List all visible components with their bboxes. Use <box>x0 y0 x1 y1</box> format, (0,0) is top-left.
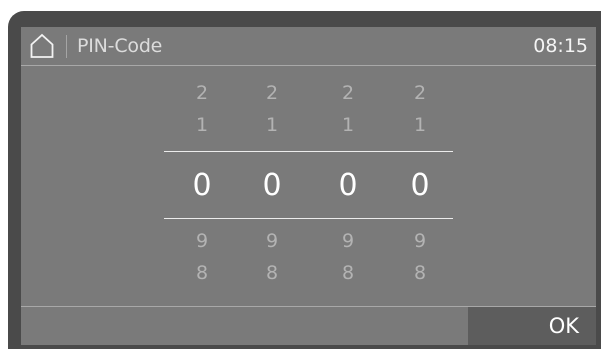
wheel-digit-below-1: 9 <box>413 230 427 252</box>
pin-digit-wheel-4[interactable]: 2 1 0 9 8 <box>395 71 445 311</box>
wheel-digit-above-1: 1 <box>195 114 209 136</box>
wheel-digit-above-1: 1 <box>265 114 279 136</box>
wheel-digit-selected: 0 <box>262 168 282 203</box>
wheel-digit-below-2: 8 <box>413 262 427 284</box>
wheel-digit-below-2: 8 <box>265 262 279 284</box>
wheel-digit-below-1: 9 <box>195 230 209 252</box>
ok-button[interactable]: OK <box>468 307 596 345</box>
home-icon <box>30 33 54 58</box>
wheel-digit-below-1: 9 <box>341 230 355 252</box>
wheel-digit-below-2: 8 <box>341 262 355 284</box>
wheel-digit-below-1: 9 <box>265 230 279 252</box>
display-screen: PIN-Code 08:15 2 1 0 9 8 2 1 0 9 8 2 1 0… <box>21 27 596 345</box>
selection-line-bottom <box>164 218 453 219</box>
header-separator <box>66 35 67 58</box>
clock-time: 08:15 <box>533 35 588 57</box>
wheel-digit-selected: 0 <box>410 168 430 203</box>
wheel-digit-below-2: 8 <box>195 262 209 284</box>
header-divider <box>21 65 596 66</box>
wheel-digit-above-1: 1 <box>413 114 427 136</box>
wheel-digit-above-2: 2 <box>413 82 427 104</box>
pin-digit-wheel-2[interactable]: 2 1 0 9 8 <box>247 71 297 311</box>
wheel-digit-above-2: 2 <box>265 82 279 104</box>
wheel-digit-above-2: 2 <box>341 82 355 104</box>
selection-line-top <box>164 151 453 152</box>
wheel-digit-selected: 0 <box>338 168 358 203</box>
ok-button-label: OK <box>548 314 579 338</box>
pin-digit-wheel-3[interactable]: 2 1 0 9 8 <box>323 71 373 311</box>
wheel-digit-above-2: 2 <box>195 82 209 104</box>
pin-digit-wheel-1[interactable]: 2 1 0 9 8 <box>177 71 227 311</box>
wheel-digit-above-1: 1 <box>341 114 355 136</box>
page-title: PIN-Code <box>77 35 163 57</box>
home-button[interactable] <box>29 33 55 59</box>
header-bar: PIN-Code 08:15 <box>21 27 596 65</box>
wheel-digit-selected: 0 <box>192 168 212 203</box>
